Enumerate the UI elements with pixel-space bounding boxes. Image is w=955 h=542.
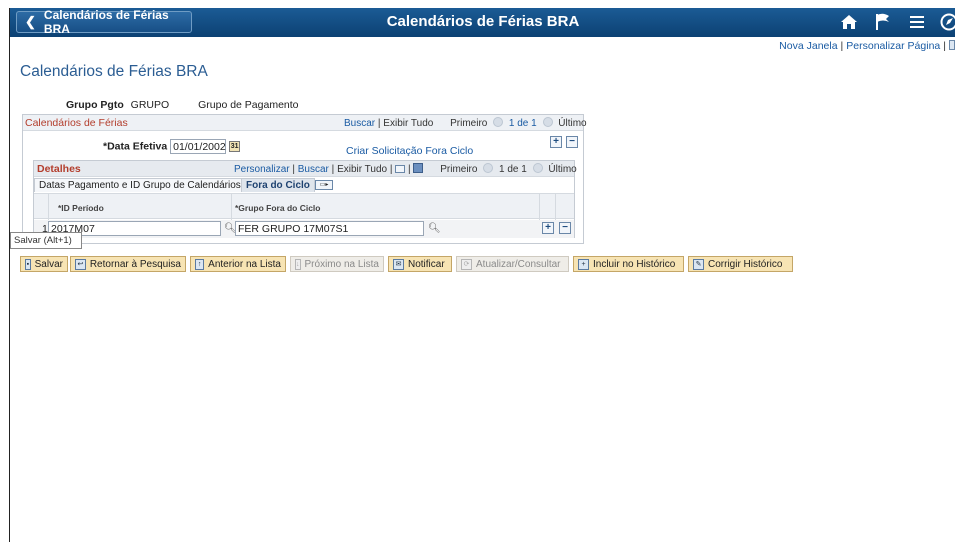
grupo-fora-ciclo-input[interactable]: FER GRUPO 17M07S1 <box>235 221 424 236</box>
correct-history-button[interactable]: ✎ Corrigir Histórico <box>688 256 793 272</box>
ultimo-label[interactable]: Último <box>548 164 576 175</box>
grupo-description: Grupo de Pagamento <box>198 99 299 111</box>
add-row-plus-icon[interactable]: + <box>550 136 562 148</box>
notify-button[interactable]: ✉ Notificar <box>388 256 452 272</box>
criar-solicitacao-link[interactable]: Criar Solicitação Fora Ciclo <box>346 145 473 157</box>
nav-separator: | <box>331 164 335 175</box>
new-window-link[interactable]: Nova Janela <box>779 40 837 52</box>
calendarios-nav: Buscar | Exibir Tudo Primeiro 1 de 1 Últ… <box>344 117 587 129</box>
refresh-button-label: Atualizar/Consultar <box>476 258 561 270</box>
navbar-icon[interactable] <box>937 11 955 33</box>
save-icon: ▪ <box>25 258 31 270</box>
personalizar-link[interactable]: Personalizar <box>234 164 290 175</box>
refresh-button[interactable]: ⟳ Atualizar/Consultar <box>456 256 569 272</box>
search-icon[interactable]: 🔍︎ <box>428 223 441 234</box>
tab-datas-pagamento[interactable]: Datas Pagamento e ID Grupo de Calendário… <box>34 178 246 192</box>
link-separator: | <box>840 40 844 52</box>
row-count: 1 de 1 <box>499 164 527 175</box>
calendar-icon[interactable]: 31 <box>229 141 241 152</box>
correct-history-button-label: Corrigir Histórico <box>708 258 783 270</box>
group-row: Grupo Pgto GRUPO Grupo de Pagamento <box>66 99 299 111</box>
return-to-search-button[interactable]: ↩ Retornar à Pesquisa <box>70 256 186 272</box>
personalize-page-link[interactable]: Personalizar Página <box>846 40 940 52</box>
column-divider <box>555 194 556 220</box>
top-banner: ❮ Calendários de Férias BRA Calendários … <box>10 8 955 37</box>
delete-row-minus-icon[interactable]: − <box>559 222 571 234</box>
effdate-row: *Data Efetiva 01/01/2002 31 <box>103 139 241 154</box>
delete-row-minus-icon[interactable]: − <box>566 136 578 148</box>
previous-list-icon: ↑ <box>195 258 205 270</box>
exibir-tudo-link[interactable]: Exibir Tudo <box>383 118 433 129</box>
exibir-tudo-link[interactable]: Exibir Tudo <box>337 164 387 175</box>
col-grupo-fora-ciclo: *Grupo Fora do Ciclo <box>235 203 321 213</box>
previous-in-list-button[interactable]: ↑ Anterior na Lista <box>190 256 286 272</box>
notify-icon: ✉ <box>393 258 404 270</box>
column-divider <box>48 194 49 220</box>
save-button-label: Salvar <box>34 258 63 270</box>
column-divider <box>539 194 540 220</box>
primeiro-label[interactable]: Primeiro <box>440 164 477 175</box>
chevron-left-icon: ❮ <box>25 14 36 29</box>
primeiro-label[interactable]: Primeiro <box>450 118 487 129</box>
return-button-label: Retornar à Pesquisa <box>89 258 181 270</box>
next-arrow-icon[interactable] <box>532 163 543 173</box>
add-history-button[interactable]: + Incluir no Histórico <box>573 256 684 272</box>
add-history-button-label: Incluir no Histórico <box>593 258 676 270</box>
back-button[interactable]: ❮ Calendários de Férias BRA <box>16 8 192 36</box>
refresh-icon: ⟳ <box>461 258 472 270</box>
zoom-icon[interactable] <box>395 165 406 173</box>
add-row-plus-icon[interactable]: + <box>542 222 554 234</box>
previous-arrow-icon[interactable] <box>483 163 494 173</box>
download-grid-icon[interactable] <box>413 163 424 173</box>
flag-icon[interactable] <box>871 11 895 33</box>
detalhes-nav: Personalizar | Buscar | Exibir Tudo | | … <box>234 163 577 175</box>
save-button[interactable]: ▪ Salvar <box>20 256 68 272</box>
next-list-icon: ↓ <box>295 258 301 270</box>
calendarios-header: Calendários de Férias Buscar | Exibir Tu… <box>23 115 587 131</box>
home-icon[interactable] <box>837 11 861 33</box>
calendarios-title: Calendários de Férias <box>25 117 128 129</box>
grid-column-header: *ID Período *Grupo Fora do Ciclo <box>34 193 574 220</box>
add-history-icon: + <box>578 258 589 270</box>
ultimo-label[interactable]: Último <box>558 118 586 129</box>
link-separator: | <box>943 40 946 52</box>
next-button-label: Próximo na Lista <box>304 258 379 270</box>
effdate-input[interactable]: 01/01/2002 <box>170 139 227 154</box>
grupo-label: Grupo Pgto <box>66 99 124 111</box>
notify-button-label: Notificar <box>408 258 445 270</box>
return-icon: ↩ <box>75 258 86 270</box>
table-row: 1 2017M07 🔍︎ FER GRUPO 17M07S1 🔍︎ + − <box>34 220 574 238</box>
show-all-columns-icon[interactable]: ▭▸ <box>315 180 333 190</box>
detalhes-header: Detalhes Personalizar | Buscar | Exibir … <box>34 161 577 177</box>
next-in-list-button[interactable]: ↓ Próximo na Lista <box>290 256 384 272</box>
buscar-link[interactable]: Buscar <box>344 118 375 129</box>
grid-tabs: Datas Pagamento e ID Grupo de Calendário… <box>34 178 574 192</box>
col-id-periodo: *ID Período <box>58 203 104 213</box>
buscar-link[interactable]: Buscar <box>298 164 329 175</box>
effdate-label: *Data Efetiva <box>103 140 168 153</box>
nav-separator: | <box>377 118 381 129</box>
page-links: Nova Janela | Personalizar Página | <box>779 40 955 52</box>
detalhes-grid: Detalhes Personalizar | Buscar | Exibir … <box>33 160 577 238</box>
previous-button-label: Anterior na Lista <box>208 258 281 270</box>
next-arrow-icon[interactable] <box>542 117 553 127</box>
tab-fora-do-ciclo[interactable]: Fora do Ciclo <box>241 178 315 192</box>
menu-icon[interactable] <box>905 11 929 33</box>
back-button-label: Calendários de Férias BRA <box>43 8 169 36</box>
column-divider <box>231 194 232 220</box>
previous-arrow-icon[interactable] <box>493 117 504 127</box>
row-count: 1 de 1 <box>508 118 537 129</box>
page-icon[interactable] <box>949 40 955 50</box>
nav-separator: | <box>408 164 411 175</box>
save-tooltip: Salvar (Alt+1) <box>10 232 82 249</box>
app-frame: ❮ Calendários de Férias BRA Calendários … <box>9 8 955 542</box>
nav-separator: | <box>389 164 393 175</box>
grupo-value: GRUPO <box>130 99 170 111</box>
page-title: Calendários de Férias BRA <box>20 63 208 80</box>
nav-separator: | <box>292 164 295 175</box>
detalhes-title: Detalhes <box>37 163 81 175</box>
correct-history-icon: ✎ <box>693 258 704 270</box>
calendarios-section: Calendários de Férias Buscar | Exibir Tu… <box>22 114 587 244</box>
